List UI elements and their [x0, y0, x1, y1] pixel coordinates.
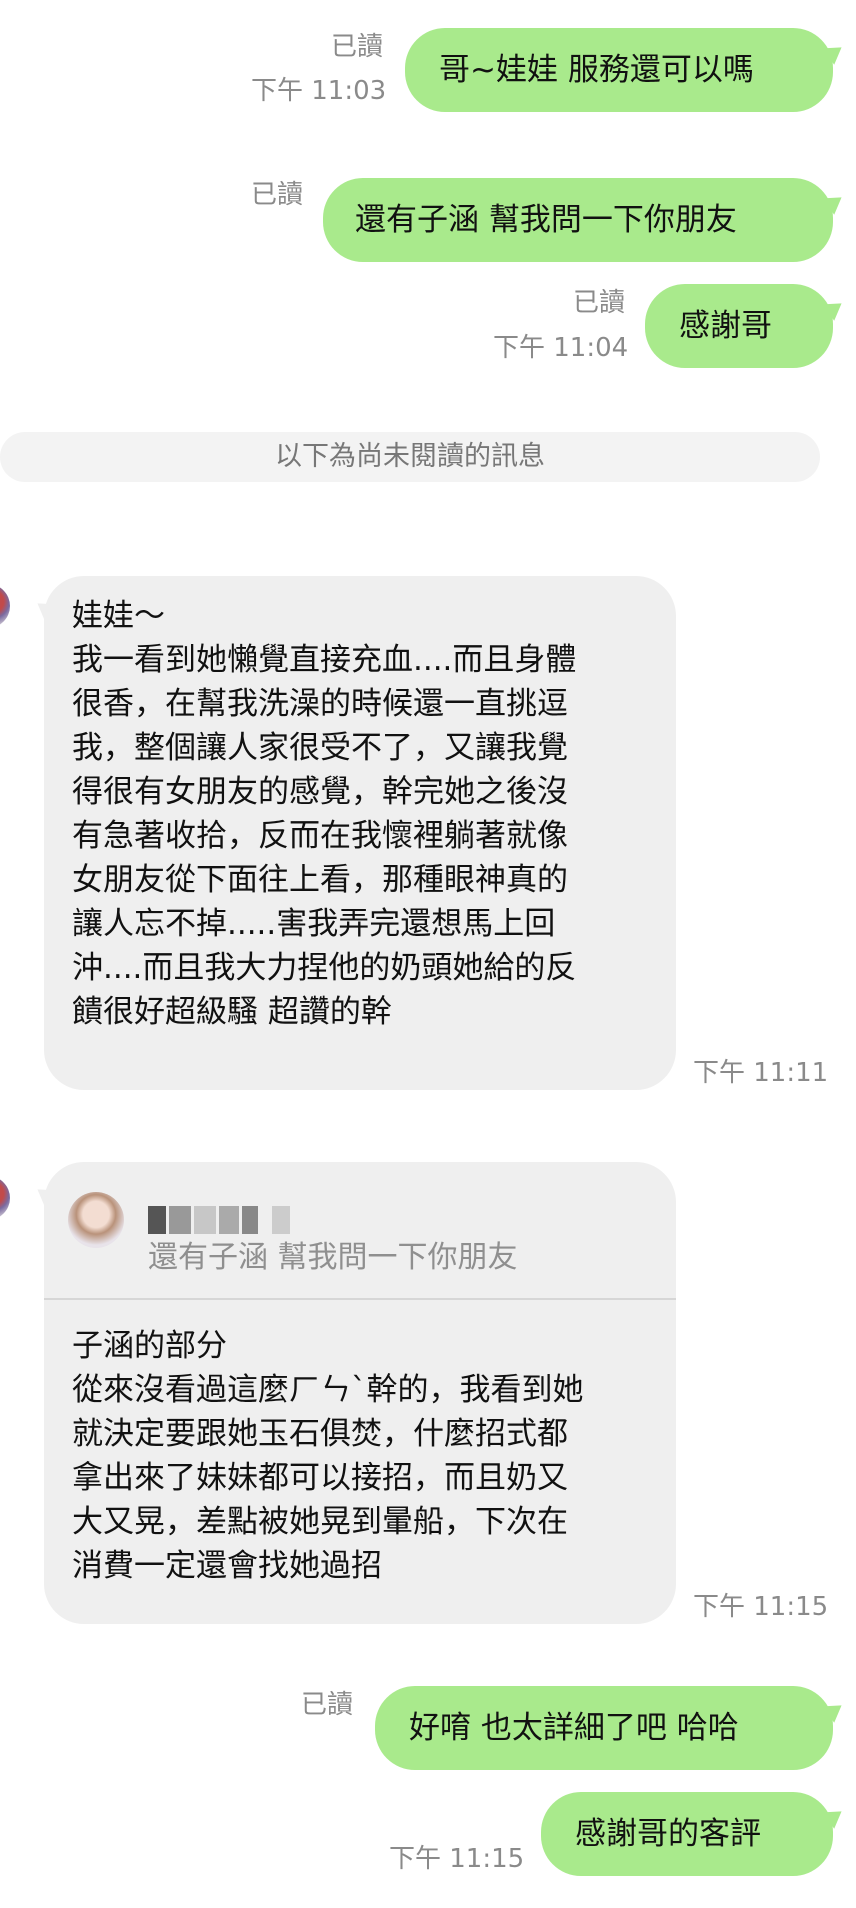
message-line: 得很有女朋友的感覺，幹完她之後沒: [72, 774, 568, 810]
message-text: 哥~娃娃 服務還可以嗎: [439, 52, 754, 88]
message-line: 消費一定還會找她過招: [72, 1548, 382, 1584]
timestamp: 下午 11:11: [693, 1058, 829, 1088]
message-line: 就決定要跟她玉石俱焚，什麼招式都: [72, 1416, 568, 1452]
message-bubble-incoming[interactable]: 還有子涵 幫我問一下你朋友 子涵的部分 從來沒看過這麼ㄏㄣˋ幹的，我看到她 就決…: [44, 1162, 676, 1624]
sender-avatar[interactable]: [0, 584, 10, 628]
quoted-sender-name-redacted: [148, 1196, 293, 1240]
timestamp: 下午 11:03: [251, 76, 387, 106]
message-line: 娃娃～: [72, 598, 165, 634]
read-receipt: 已讀: [331, 32, 384, 62]
quoted-message[interactable]: 還有子涵 幫我問一下你朋友: [44, 1162, 676, 1300]
message-text: 好唷 也太詳細了吧 哈哈: [409, 1710, 739, 1746]
message-bubble-outgoing[interactable]: 還有子涵 幫我問一下你朋友: [323, 178, 833, 262]
message-line: 有急著收拾，反而在我懷裡躺著就像: [72, 818, 568, 854]
message-line: 拿出來了妹妹都可以接招，而且奶又: [72, 1460, 568, 1496]
message-line: 大又晃，差點被她晃到暈船，下次在: [72, 1504, 568, 1540]
quoted-text: 還有子涵 幫我問一下你朋友: [148, 1240, 518, 1275]
message-text: 還有子涵 幫我問一下你朋友: [355, 202, 737, 238]
message-line: 從來沒看過這麼ㄏㄣˋ幹的，我看到她: [72, 1372, 584, 1408]
read-receipt: 已讀: [301, 1690, 354, 1720]
message-line: 饋很好超級騷 超讚的幹: [72, 994, 392, 1030]
message-bubble-incoming[interactable]: 娃娃～ 我一看到她懶覺直接充血....而且身體 很香，在幫我洗澡的時候還一直挑逗…: [44, 576, 676, 1090]
quoted-avatar: [68, 1192, 124, 1248]
message-text: 感謝哥的客評: [575, 1816, 761, 1852]
message-text: 感謝哥: [679, 308, 772, 344]
message-text: 娃娃～ 我一看到她懶覺直接充血....而且身體 很香，在幫我洗澡的時候還一直挑逗…: [72, 594, 676, 1034]
message-line: 子涵的部分: [72, 1328, 227, 1364]
message-line: 我一看到她懶覺直接充血....而且身體: [72, 642, 577, 678]
timestamp: 下午 11:15: [693, 1592, 829, 1622]
unread-divider: 以下為尚未閱讀的訊息: [0, 432, 820, 482]
message-bubble-outgoing[interactable]: 好唷 也太詳細了吧 哈哈: [375, 1686, 833, 1770]
message-line: 沖....而且我大力捏他的奶頭她給的反: [72, 950, 577, 986]
message-line: 很香，在幫我洗澡的時候還一直挑逗: [72, 686, 568, 722]
timestamp: 下午 11:15: [389, 1844, 525, 1874]
message-line: 讓人忘不掉.....害我弄完還想馬上回: [72, 906, 556, 942]
timestamp: 下午 11:04: [493, 333, 629, 363]
message-bubble-outgoing[interactable]: 哥~娃娃 服務還可以嗎: [405, 28, 833, 112]
message-text: 子涵的部分 從來沒看過這麼ㄏㄣˋ幹的，我看到她 就決定要跟她玉石俱焚，什麼招式都…: [72, 1324, 584, 1588]
read-receipt: 已讀: [573, 288, 626, 318]
read-receipt: 已讀: [251, 180, 304, 210]
message-line: 女朋友從下面往上看，那種眼神真的: [72, 862, 568, 898]
message-bubble-outgoing[interactable]: 感謝哥: [645, 284, 833, 368]
sender-avatar[interactable]: [0, 1176, 10, 1220]
message-line: 我，整個讓人家很受不了，又讓我覺: [72, 730, 568, 766]
message-bubble-outgoing[interactable]: 感謝哥的客評: [541, 1792, 833, 1876]
